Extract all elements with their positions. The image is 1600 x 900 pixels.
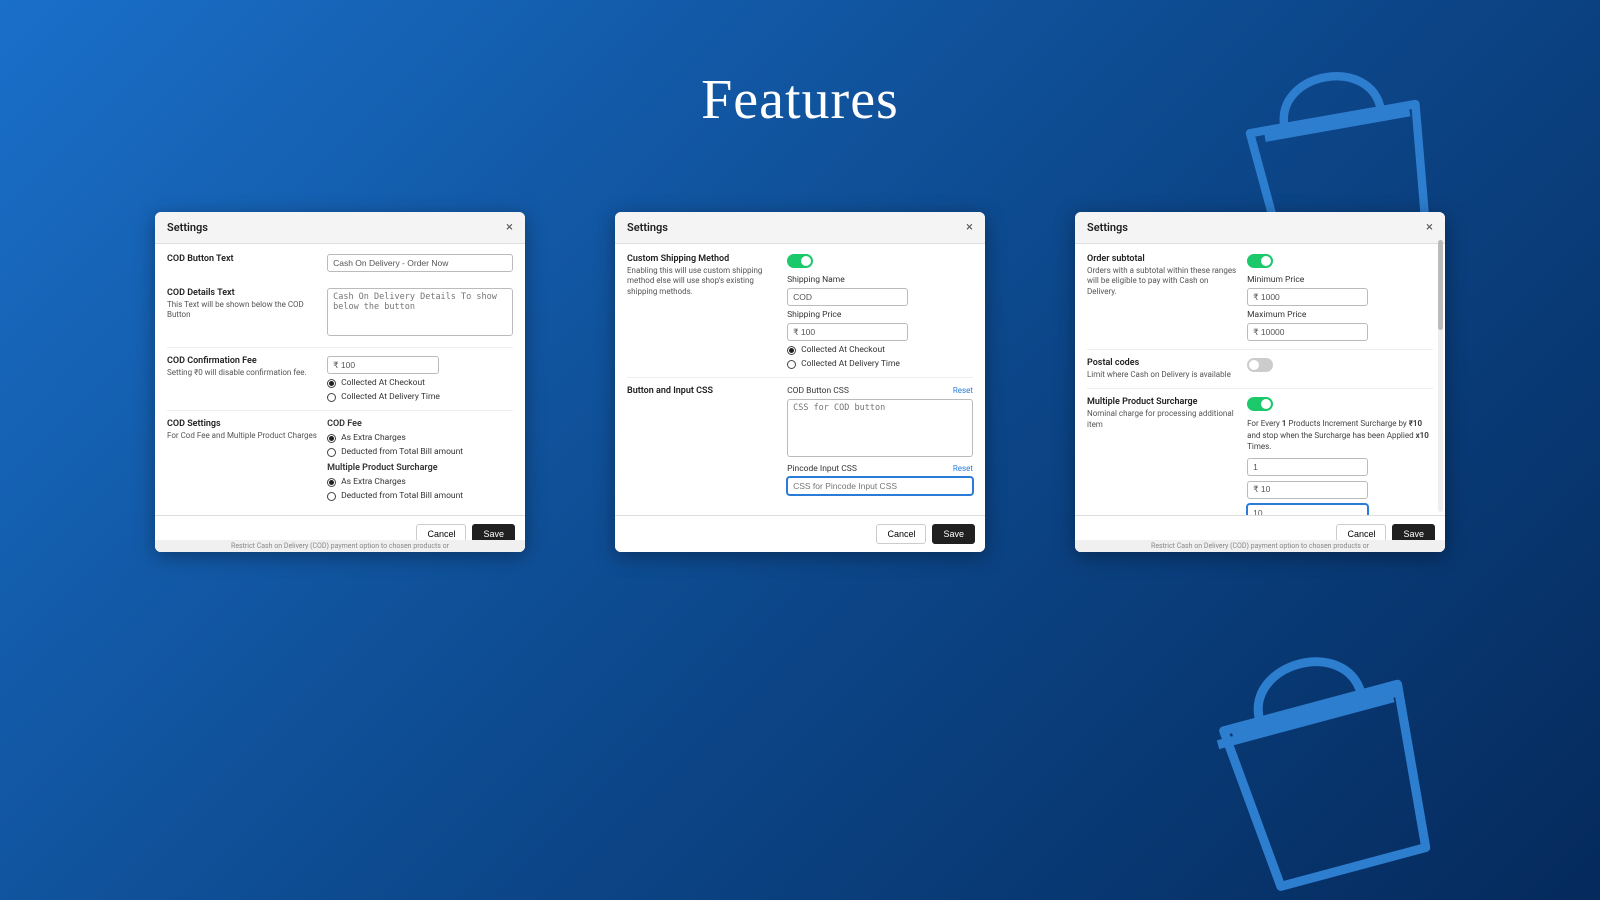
- radio-extra-charges-1[interactable]: As Extra Charges: [327, 433, 513, 443]
- close-icon[interactable]: ×: [506, 221, 513, 234]
- mps-toggle[interactable]: [1247, 397, 1273, 411]
- scrollbar-thumb[interactable]: [1438, 240, 1443, 330]
- csm-label: Custom Shipping Method: [627, 254, 779, 264]
- settings-modal-shipping: Settings × Custom Shipping Method Enabli…: [615, 212, 985, 552]
- csm-desc: Enabling this will use custom shipping m…: [627, 266, 779, 297]
- postal-codes-desc: Limit where Cash on Delivery is availabl…: [1087, 370, 1239, 380]
- pincode-css-input[interactable]: [787, 477, 973, 495]
- settings-modal-cod-text: Settings × COD Button Text COD Details T…: [155, 212, 525, 552]
- cod-settings-label: COD Settings: [167, 419, 319, 429]
- order-subtotal-label: Order subtotal: [1087, 254, 1239, 264]
- cod-settings-desc: For Cod Fee and Multiple Product Charges: [167, 431, 319, 441]
- mps-count-input[interactable]: [1247, 458, 1368, 476]
- backdrop-text: Restrict Cash on Delivery (COD) payment …: [1075, 540, 1445, 552]
- csm-toggle[interactable]: [787, 254, 813, 268]
- max-price-input[interactable]: [1247, 323, 1368, 341]
- pincode-css-label: Pincode Input CSSReset: [787, 464, 973, 474]
- cod-conf-fee-input[interactable]: [327, 356, 439, 374]
- save-button[interactable]: Save: [932, 524, 975, 544]
- cod-button-text-input[interactable]: [327, 254, 513, 272]
- max-price-label: Maximum Price: [1247, 310, 1433, 320]
- cod-button-text-label: COD Button Text: [167, 254, 319, 264]
- cod-button-css-textarea[interactable]: [787, 399, 973, 457]
- btn-input-css-label: Button and Input CSS: [627, 386, 779, 396]
- cod-conf-fee-desc: Setting ₹0 will disable confirmation fee…: [167, 368, 319, 378]
- radio-collected-delivery[interactable]: Collected At Delivery Time: [327, 392, 513, 402]
- reset-link[interactable]: Reset: [953, 464, 973, 473]
- cod-details-desc: This Text will be shown below the COD Bu…: [167, 300, 319, 321]
- mps-label: Multiple Product Surcharge: [1087, 397, 1239, 407]
- mps-note: For Every 1 Products Increment Surcharge…: [1247, 418, 1433, 452]
- order-subtotal-desc: Orders with a subtotal within these rang…: [1087, 266, 1239, 297]
- cod-button-css-label: COD Button CSSReset: [787, 386, 973, 396]
- cod-fee-sublabel: COD Fee: [327, 419, 513, 429]
- cod-details-label: COD Details Text: [167, 288, 319, 298]
- postal-codes-label: Postal codes: [1087, 358, 1239, 368]
- mps-desc: Nominal charge for processing additional…: [1087, 409, 1239, 430]
- modal-title: Settings: [1087, 221, 1128, 234]
- close-icon[interactable]: ×: [1426, 221, 1433, 234]
- mp-surcharge-sublabel: Multiple Product Surcharge: [327, 463, 513, 473]
- bag-icon: [1180, 600, 1480, 900]
- reset-link[interactable]: Reset: [953, 386, 973, 395]
- close-icon[interactable]: ×: [966, 221, 973, 234]
- cancel-button[interactable]: Cancel: [876, 524, 926, 544]
- modal-title: Settings: [167, 221, 208, 234]
- shipping-price-label: Shipping Price: [787, 310, 973, 320]
- backdrop-text: Restrict Cash on Delivery (COD) payment …: [155, 540, 525, 552]
- shipping-name-input[interactable]: [787, 288, 908, 306]
- settings-modal-order-rules: Settings × Order subtotal Orders with a …: [1075, 212, 1445, 552]
- modal-title: Settings: [627, 221, 668, 234]
- postal-toggle[interactable]: [1247, 358, 1273, 372]
- min-price-input[interactable]: [1247, 288, 1368, 306]
- radio-collected-checkout[interactable]: Collected At Checkout: [327, 378, 513, 388]
- subtotal-toggle[interactable]: [1247, 254, 1273, 268]
- cod-details-textarea[interactable]: [327, 288, 513, 336]
- mps-amount-input[interactable]: [1247, 481, 1368, 499]
- radio-collected-checkout[interactable]: Collected At Checkout: [787, 345, 973, 355]
- radio-extra-charges-2[interactable]: As Extra Charges: [327, 477, 513, 487]
- cod-conf-fee-label: COD Confirmation Fee: [167, 356, 319, 366]
- radio-collected-delivery[interactable]: Collected At Delivery Time: [787, 359, 973, 369]
- min-price-label: Minimum Price: [1247, 275, 1433, 285]
- radio-deducted-2[interactable]: Deducted from Total Bill amount: [327, 491, 513, 501]
- mps-times-input[interactable]: [1247, 504, 1368, 515]
- radio-deducted-1[interactable]: Deducted from Total Bill amount: [327, 447, 513, 457]
- shipping-name-label: Shipping Name: [787, 275, 973, 285]
- shipping-price-input[interactable]: [787, 323, 908, 341]
